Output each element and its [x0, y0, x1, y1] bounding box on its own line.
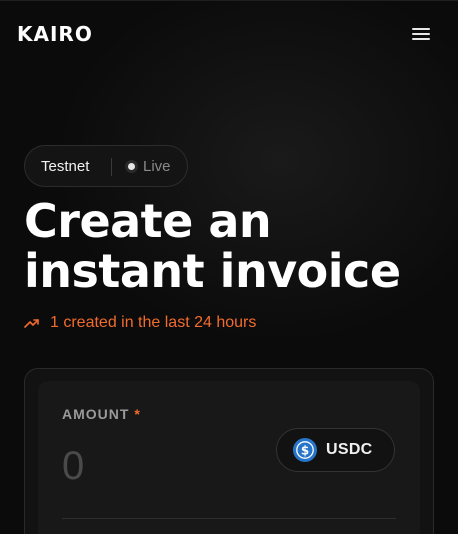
trending-up-icon — [24, 319, 39, 328]
pill-divider — [111, 158, 112, 176]
network-status: Live — [143, 158, 171, 175]
amount-input[interactable] — [62, 442, 242, 490]
required-marker: * — [134, 406, 141, 422]
token-symbol: USDC — [326, 441, 373, 458]
amount-label-text: AMOUNT — [62, 406, 130, 422]
stat-text: 1 created in the last 24 hours — [50, 314, 257, 331]
usdc-coin-icon: $ — [293, 438, 317, 462]
token-selector[interactable]: $ USDC — [276, 428, 395, 472]
top-bar: KAIRO — [0, 0, 458, 66]
svg-text:$: $ — [301, 444, 309, 458]
network-pill[interactable]: Testnet Live — [24, 145, 188, 187]
hamburger-menu-icon — [412, 28, 430, 30]
invoice-stat: 1 created in the last 24 hours — [24, 312, 256, 334]
menu-button[interactable] — [410, 25, 432, 43]
status-dot-icon — [128, 163, 135, 170]
page-title: Create an instant invoice — [24, 194, 401, 298]
kairo-logo[interactable]: KAIRO — [17, 23, 93, 45]
network-name: Testnet — [41, 158, 90, 175]
amount-label: AMOUNT * — [62, 406, 141, 422]
section-divider — [62, 518, 396, 519]
